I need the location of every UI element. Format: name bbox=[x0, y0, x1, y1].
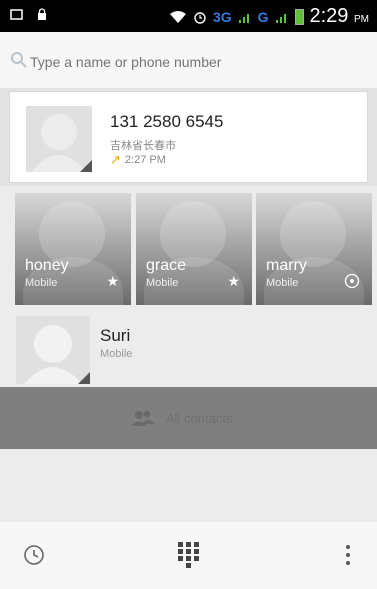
status-time: 2:29 PM bbox=[309, 5, 370, 27]
dialpad-button[interactable] bbox=[169, 530, 209, 580]
recent-call-section: 131 2580 6545 吉林省长春市 ↗ 2:27 PM bbox=[0, 88, 377, 186]
overflow-menu-button[interactable] bbox=[328, 530, 368, 580]
favorite-name: marry bbox=[266, 257, 307, 274]
recent-call-location: 吉林省长春市 bbox=[110, 140, 176, 152]
clock-icon bbox=[24, 545, 44, 565]
all-contacts-inner: All contacts bbox=[130, 409, 232, 427]
wifi-icon bbox=[169, 10, 186, 23]
status-right: 3G G 2:29 PM bbox=[169, 5, 369, 28]
lock-icon bbox=[38, 8, 46, 20]
avatar[interactable] bbox=[26, 106, 92, 172]
status-left bbox=[10, 8, 47, 21]
people-icon bbox=[131, 410, 155, 426]
favorite-type: Mobile bbox=[25, 277, 58, 289]
network-type-3g: 3G bbox=[212, 8, 232, 25]
search-icon bbox=[11, 52, 27, 68]
avatar[interactable] bbox=[16, 316, 90, 384]
contact-name: Suri bbox=[100, 326, 131, 345]
contact-row-suri[interactable]: Suri Mobile bbox=[0, 310, 377, 386]
network-type-g: G bbox=[257, 8, 269, 25]
status-bar: 3G G 2:29 PM bbox=[0, 0, 377, 32]
star-icon[interactable]: ★ bbox=[106, 273, 119, 290]
dialpad-icon bbox=[178, 542, 199, 568]
all-contacts-label: All contacts bbox=[166, 410, 233, 426]
signal-icon-1 bbox=[238, 13, 249, 23]
favorite-name: grace bbox=[146, 257, 187, 274]
recent-call-time-row: ↗ 2:27 PM bbox=[110, 152, 166, 168]
star-icon[interactable]: ★ bbox=[227, 273, 240, 290]
screen-icon bbox=[10, 9, 23, 20]
favorite-tile-marry[interactable]: marry Mobile bbox=[256, 193, 372, 305]
recent-call-number: 131 2580 6545 bbox=[110, 112, 224, 131]
contact-type: Mobile bbox=[100, 348, 133, 360]
outgoing-call-icon: ↗ bbox=[110, 152, 121, 167]
visibility-icon[interactable] bbox=[344, 273, 360, 292]
battery-icon bbox=[294, 8, 304, 25]
signal-icon-2 bbox=[275, 13, 286, 23]
recent-call-time: 2:27 PM bbox=[124, 154, 166, 166]
avatar-corner bbox=[78, 372, 90, 384]
favorite-tile-grace[interactable]: grace Mobile ★ bbox=[136, 193, 252, 305]
favorite-tile-honey[interactable]: honey Mobile ★ bbox=[15, 193, 131, 305]
all-contacts-button[interactable]: All contacts bbox=[0, 387, 377, 449]
bottom-action-bar bbox=[0, 522, 377, 589]
favorites-row: honey Mobile ★ grace Mobile ★ marry Mobi… bbox=[0, 193, 377, 305]
alarm-icon bbox=[194, 11, 206, 24]
recent-call-card[interactable]: 131 2580 6545 吉林省长春市 ↗ 2:27 PM bbox=[9, 91, 368, 183]
favorite-name: honey bbox=[25, 257, 69, 274]
avatar-corner bbox=[80, 160, 92, 172]
favorite-type: Mobile bbox=[266, 277, 299, 289]
search-bar bbox=[0, 32, 377, 88]
more-vert-icon bbox=[346, 545, 350, 565]
search-input[interactable] bbox=[28, 50, 352, 74]
call-history-button[interactable] bbox=[14, 530, 54, 580]
favorite-type: Mobile bbox=[146, 277, 179, 289]
